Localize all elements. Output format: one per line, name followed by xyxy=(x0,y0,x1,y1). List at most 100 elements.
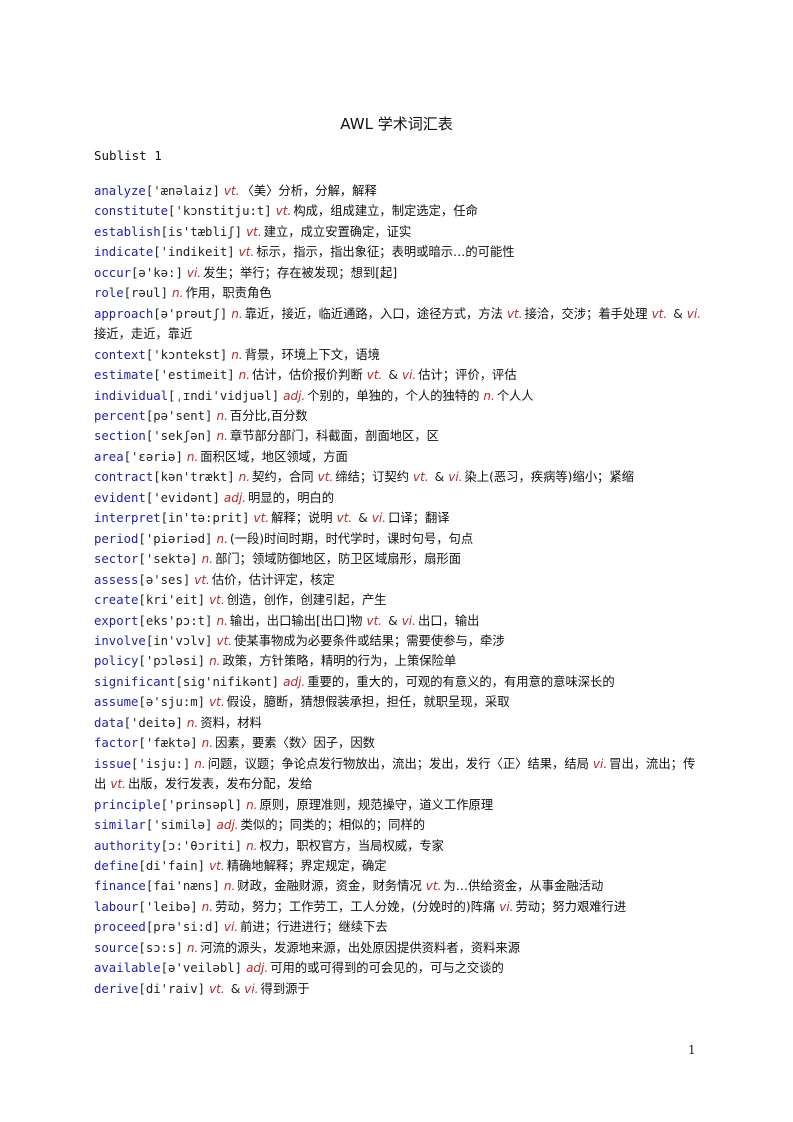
vocab-entry: finance[fai'næns] n. 财政，金融财源，资金，财务情况 vt. 为…供… xyxy=(94,876,704,896)
definition: 出口，输出 xyxy=(417,613,480,628)
vocab-entry: establish[is'tæbliʃ] vt. 建立，成立安置确定，证实 xyxy=(94,222,704,242)
definition: 劳动，努力；工作劳工，工人分娩，(分娩时的)阵痛 xyxy=(215,899,496,914)
definition: 可用的或可得到的可会见的，可与之交谈的 xyxy=(270,961,504,976)
phonetic: ['pɔləsi] xyxy=(138,654,206,669)
headword: evident xyxy=(94,490,146,505)
headword: constitute xyxy=(94,204,169,219)
part-of-speech: vt. xyxy=(413,470,429,485)
headword: estimate xyxy=(94,368,154,383)
part-of-speech: vt. xyxy=(366,368,383,383)
definition: 靠近，接近，临近通路，入口，途径方式，方法 xyxy=(244,306,503,321)
phonetic: [sɔ:s] xyxy=(138,940,183,955)
phonetic: ['similə] xyxy=(145,818,213,833)
vocab-entry: authority[ɔ:'θɔriti] n. 权力，职权官方，当局权威，专家 xyxy=(94,836,704,856)
definition: 作用，职责角色 xyxy=(185,286,272,301)
vocab-entry: data['deitə] n. 资料，材料 xyxy=(94,713,704,733)
part-of-speech: vt. xyxy=(275,204,292,219)
part-of-speech: vi. xyxy=(244,981,259,996)
definition: 估计，估价报价判断 xyxy=(252,368,363,383)
part-of-speech: vt. xyxy=(238,245,255,260)
headword: issue xyxy=(94,756,132,771)
part-of-speech: n. xyxy=(186,940,199,955)
definition: 〈美〉分析，分解，解释 xyxy=(241,184,377,198)
definition: 权力，职权官方，当局权威，专家 xyxy=(259,838,444,853)
vocab-entry: section['sekʃən] n. 章节部分部门，科截面，剖面地区，区 xyxy=(94,426,704,446)
part-of-speech: vt. xyxy=(209,858,225,873)
headword: authority xyxy=(94,838,161,853)
vocab-entry: labour['leibə] n. 劳动，努力；工作劳工，工人分娩，(分娩时的)阵痛… xyxy=(94,897,704,917)
definition: 出版，发行发表，发布分配，发给 xyxy=(127,777,313,792)
headword: available xyxy=(94,961,161,976)
phonetic: [ə'sju:m] xyxy=(138,695,206,710)
headword: analyze xyxy=(94,184,146,198)
part-of-speech: vt. xyxy=(209,695,225,710)
ampersand: & xyxy=(434,470,445,485)
headword: data xyxy=(94,715,124,730)
part-of-speech: n. xyxy=(238,470,251,485)
headword: significant xyxy=(94,674,176,689)
definition: 标示，指示，指出象征；表明或暗示…的可能性 xyxy=(256,245,515,260)
ampersand: & xyxy=(388,613,398,628)
definition: 河流的源头，发源地来源，出处原因提供资料者，资料来源 xyxy=(200,940,520,955)
definition: 解释；说明 xyxy=(271,511,333,526)
headword: period xyxy=(94,531,139,546)
headword: derive xyxy=(94,981,139,996)
definition: 口译；翻译 xyxy=(388,511,450,526)
headword: finance xyxy=(94,879,146,894)
headword: assess xyxy=(94,572,139,587)
part-of-speech: adj. xyxy=(216,818,239,833)
part-of-speech: adj. xyxy=(246,961,269,976)
part-of-speech: vt. xyxy=(651,306,668,321)
phonetic: [di'fain] xyxy=(138,858,206,873)
phonetic: ['deitə] xyxy=(123,715,183,730)
phonetic: ['ænəlaiz] xyxy=(145,184,220,198)
headword: section xyxy=(94,429,146,444)
vocab-entry: available[ə'veiləbl] adj. 可用的或可得到的可会见的，可与之… xyxy=(94,958,704,978)
definition: 接近，走近，靠近 xyxy=(94,327,193,342)
part-of-speech: vt. xyxy=(425,879,442,894)
definition: 面积区域，地区领域，方面 xyxy=(200,449,348,464)
headword: create xyxy=(94,593,139,608)
vocab-entry: percent[pə'sent] n. 百分比,百分数 xyxy=(94,406,704,426)
vocab-entry: policy['pɔləsi] n. 政策，方针策略，精明的行为，上策保险单 xyxy=(94,651,704,671)
definition: 接洽，交涉；着手处理 xyxy=(524,306,648,321)
definition: 问题，议题；争论点发行物放出，流出；发出，发行〈正〉结果，结局 xyxy=(207,756,589,771)
part-of-speech: vt. xyxy=(317,470,334,485)
part-of-speech: vt. xyxy=(194,572,210,587)
definition: 契约，合同 xyxy=(252,470,314,485)
headword: similar xyxy=(94,818,146,833)
phonetic: ['piəriəd] xyxy=(138,531,213,546)
phonetic: [ɔ:'θɔriti] xyxy=(160,838,243,853)
definition: 政策，方针策略，精明的行为，上策保险单 xyxy=(222,654,457,669)
headword: establish xyxy=(94,224,161,239)
definition: 重要的，重大的，可观的有意义的，有用意的意味深长的 xyxy=(307,674,615,689)
vocab-entry: create[kri'eit] vt. 创造，创作，创建引起，产生 xyxy=(94,590,704,610)
part-of-speech: n. xyxy=(216,613,228,628)
part-of-speech: vi. xyxy=(186,265,202,280)
phonetic: [in'tə:prit] xyxy=(160,511,250,526)
part-of-speech: vi. xyxy=(401,613,416,628)
definition: 染上(恶习，疾病等)缩小；紧缩 xyxy=(464,470,634,485)
phonetic: [kri'eit] xyxy=(138,593,206,608)
vocab-entry: derive[di'raiv] vt. & vi. 得到源于 xyxy=(94,979,704,999)
headword: percent xyxy=(94,408,146,423)
vocab-entry: analyze['ænəlaiz] vt. 〈美〉分析，分解，解释 xyxy=(94,181,704,201)
definition: 缔结；订契约 xyxy=(335,470,410,485)
vocab-entry: assess[ə'ses] vt. 估价，估计评定，核定 xyxy=(94,570,704,590)
sublist-heading: Sublist 1 xyxy=(94,148,162,163)
vocab-entry: approach[ə'prəutʃ] n. 靠近，接近，临近通路，入口，途径方式，方… xyxy=(94,304,704,345)
part-of-speech: n. xyxy=(201,552,214,567)
definition: 使某事物成为必要条件或结果；需要使参与，牵涉 xyxy=(234,633,505,648)
part-of-speech: n. xyxy=(186,449,199,464)
vocab-entry: source[sɔ:s] n. 河流的源头，发源地来源，出处原因提供资料者，资料来源 xyxy=(94,938,704,958)
phonetic: [ə'prəutʃ] xyxy=(153,306,228,321)
part-of-speech: n. xyxy=(216,429,228,444)
definition: 假设，臆断，猜想假装承担，担任，就职呈现，采取 xyxy=(226,695,510,710)
definition: 输出，出口输出[出口]物 xyxy=(229,613,363,628)
phonetic: ['prinsəpl] xyxy=(160,797,243,812)
part-of-speech: vt. xyxy=(336,511,353,526)
part-of-speech: n. xyxy=(483,388,495,403)
part-of-speech: vi. xyxy=(223,920,239,935)
part-of-speech: vi. xyxy=(448,470,463,485)
part-of-speech: n. xyxy=(246,838,258,853)
